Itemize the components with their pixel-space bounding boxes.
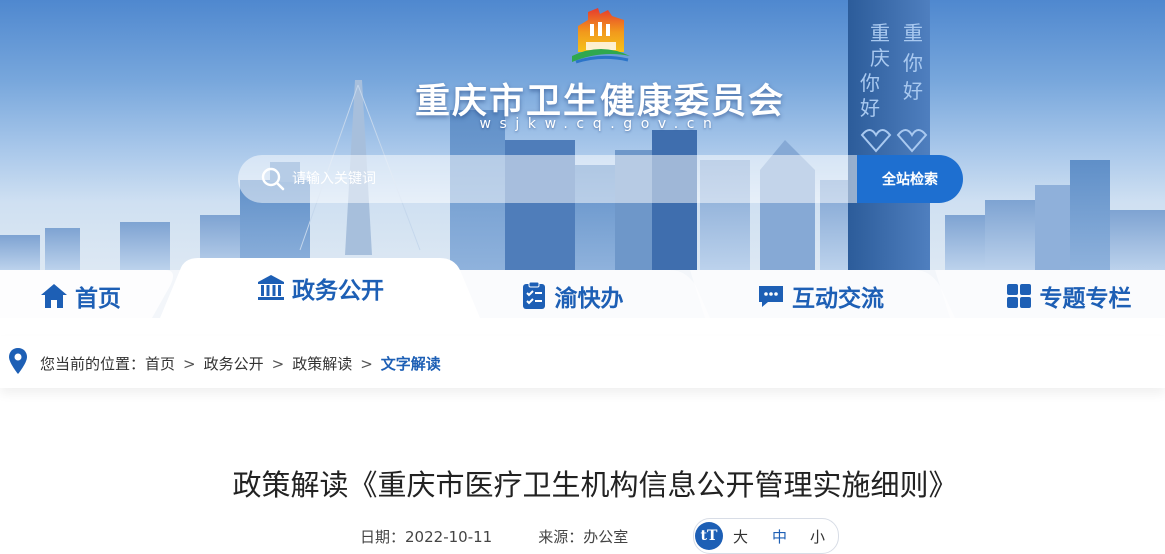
nav-item-label: 互动交流 [792, 286, 884, 312]
source-label: 来源： [538, 528, 584, 546]
site-domain: wsjkw.cq.gov.cn [479, 116, 721, 132]
nav-item-label: 专题专栏 [1039, 286, 1132, 312]
nav-item-label: 政务公开 [292, 278, 384, 304]
nav-item-label: 首页 [75, 286, 121, 312]
site-logo [572, 8, 630, 64]
breadcrumb-prefix: 您当前的位置： [40, 355, 146, 373]
chat-icon [759, 286, 783, 307]
site-search-button[interactable]: 全站检索 [857, 155, 963, 203]
breadcrumb-separator: > [360, 355, 373, 373]
svg-text:重: 重 [903, 21, 923, 45]
breadcrumb-link-policy-interpretation[interactable]: 政策解读 [292, 355, 352, 373]
font-size-large-button[interactable]: 大 [733, 526, 748, 547]
nav-item-label: 渝快办 [554, 286, 624, 312]
article-title: 政策解读《重庆市医疗卫生机构信息公开管理实施细则》 [232, 468, 958, 502]
search-icon [261, 167, 285, 191]
location-pin-icon [9, 348, 27, 374]
grid-icon [1006, 284, 1031, 308]
breadcrumb-link-home[interactable]: 首页 [145, 355, 175, 373]
article-meta: 日期：2022-10-11 来源：办公室 [360, 526, 628, 547]
breadcrumb-current[interactable]: 文字解读 [381, 355, 441, 373]
breadcrumb-separator: > [183, 355, 196, 373]
breadcrumb-link-government-affairs[interactable]: 政务公开 [204, 355, 264, 373]
svg-text:你: 你 [903, 51, 923, 75]
nav-item-special-topics[interactable]: 专题专栏 [1000, 264, 1135, 328]
font-size-medium-button[interactable]: 中 [772, 526, 787, 547]
breadcrumb-separator: > [271, 355, 285, 373]
government-building-icon [258, 275, 284, 300]
article-source: 办公室 [583, 528, 629, 546]
header-banner: 重 庆 你 好 重 你 好 重庆市卫生健康委员会 wsjkw.cq.gov.cn… [0, 0, 1165, 270]
article-date: 2022-10-11 [405, 528, 493, 546]
nav-item-government-affairs[interactable]: 政务公开 [250, 256, 390, 320]
date-label: 日期： [360, 528, 406, 546]
font-size-icon: tT [695, 522, 723, 550]
checklist-icon [522, 281, 545, 309]
nav-item-home[interactable]: 首页 [30, 264, 130, 328]
nav-item-yukuaiban[interactable]: 渝快办 [516, 264, 626, 328]
home-icon [41, 284, 67, 308]
font-size-small-button[interactable]: 小 [810, 526, 825, 547]
nav-item-interaction[interactable]: 互动交流 [750, 264, 890, 328]
main-navigation: 首页 政务公开 渝快办 互动交流 专题专栏 [0, 256, 1165, 336]
svg-text:重: 重 [870, 21, 890, 45]
svg-text:庆: 庆 [870, 46, 890, 70]
breadcrumb: 您当前的位置：首页 > 政务公开 > 政策解读 > 文字解读 [40, 353, 441, 374]
search-input[interactable] [292, 162, 832, 196]
